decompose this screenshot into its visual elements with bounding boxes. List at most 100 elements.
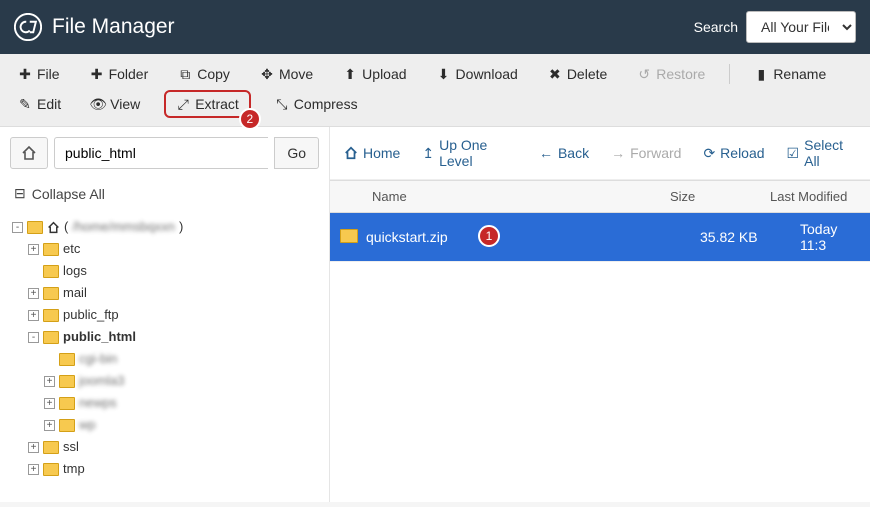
tree-item[interactable]: +ssl [28,436,317,458]
tree-item[interactable]: +joomla3 [44,370,317,392]
tree-label: mail [63,282,87,304]
home-icon [21,145,37,161]
file-table-body: quickstart.zip35.82 KBToday 11:3 1 [330,213,870,262]
move-button[interactable]: ✥Move [254,62,319,86]
compress-icon: ⤡ [275,97,289,111]
plus-icon: ✚ [18,67,32,81]
edit-button[interactable]: ✎Edit [12,92,67,116]
file-name: quickstart.zip [360,221,690,253]
cpanel-logo-icon [14,13,42,41]
tree-toggle[interactable]: + [44,376,55,387]
tree-item[interactable]: +etc [28,238,317,260]
search-label: Search [694,19,738,35]
reload-icon: ⟳ [703,145,715,162]
rename-button[interactable]: ▮Rename [748,62,832,86]
tree-toggle [44,354,55,365]
download-icon: ⬇ [437,67,451,81]
new-folder-button[interactable]: ✚Folder [84,62,155,86]
folder-icon [59,375,75,388]
col-modified-header[interactable]: Last Modified [760,181,870,212]
col-name-header[interactable]: Name [330,181,660,212]
folder-icon [27,221,43,234]
tree-label: tmp [63,458,85,480]
folder-icon [43,265,59,278]
home-icon [47,221,60,234]
folder-icon [43,309,59,322]
app-header: File Manager Search All Your Files [0,0,870,54]
delete-icon: ✖ [548,67,562,81]
folder-tree: - (/home/mmsbqxxn) +etclogs + mail + public_… [0,212,329,492]
copy-button[interactable]: ⧉Copy [172,62,236,86]
collapse-all-button[interactable]: ⊟ Collapse All [0,179,329,212]
up-one-level-button[interactable]: ↥Up One Level [422,137,517,169]
tree-item[interactable]: +wp [44,414,317,436]
toolbar-separator [729,64,730,84]
select-all-button[interactable]: ☑Select All [787,137,856,169]
tree-item[interactable]: + public_ftp [28,304,317,326]
new-file-button[interactable]: ✚File [12,62,66,86]
forward-button: →Forward [611,137,681,169]
tree-toggle[interactable]: + [28,310,39,321]
go-button[interactable]: Go [274,137,319,169]
tree-item[interactable]: +newps [44,392,317,414]
tree-label: logs [63,260,87,282]
folder-icon [43,441,59,454]
restore-button: ↺Restore [631,62,711,86]
annotation-badge-2: 2 [239,108,261,130]
extract-icon: ⤢ [176,97,190,111]
main-toolbar: ✚File ✚Folder ⧉Copy ✥Move ⬆Upload ⬇Downl… [0,54,870,127]
tree-item[interactable]: cgi-bin [44,348,317,370]
back-icon: ← [539,145,553,161]
folder-icon [43,463,59,476]
nav-home-button[interactable]: Home [344,137,400,169]
tree-toggle[interactable]: - [28,332,39,343]
path-input[interactable] [54,137,268,169]
tree-toggle[interactable]: + [44,420,55,431]
folder-icon [59,419,75,432]
copy-icon: ⧉ [178,67,192,81]
file-row[interactable]: quickstart.zip35.82 KBToday 11:3 1 [330,213,870,262]
tree-toggle [28,266,39,277]
reload-button[interactable]: ⟳Reload [703,137,764,169]
back-button[interactable]: ←Back [539,137,589,169]
tree-toggle[interactable]: + [44,398,55,409]
extract-button[interactable]: ⤢Extract 2 [164,90,251,118]
tree-item[interactable]: + mail [28,282,317,304]
upload-button[interactable]: ⬆Upload [337,62,412,86]
tree-item[interactable]: logs [28,260,317,282]
tree-toggle[interactable]: + [28,442,39,453]
tree-label: public_html [63,326,136,348]
download-button[interactable]: ⬇Download [431,62,524,86]
search-scope-select[interactable]: All Your Files [746,11,856,43]
folder-icon [59,353,75,366]
delete-button[interactable]: ✖Delete [542,62,613,86]
app-title: File Manager [52,15,694,39]
tree-toggle[interactable]: + [28,288,39,299]
file-modified: Today 11:3 [790,213,870,261]
tree-label: cgi-bin [79,348,117,370]
view-button[interactable]: 👁View [85,92,146,116]
main-area: Go ⊟ Collapse All - (/home/mmsbqxxn) +et… [0,127,870,502]
eye-icon: 👁 [91,97,105,111]
tree-toggle[interactable]: + [28,244,39,255]
home-icon [344,146,358,160]
file-table-header: Name Size Last Modified [330,180,870,213]
upload-icon: ⬆ [343,67,357,81]
col-size-header[interactable]: Size [660,181,760,212]
zip-icon [340,229,358,243]
file-size: 35.82 KB [690,221,790,253]
compress-button[interactable]: ⤡Compress [269,92,364,116]
up-icon: ↥ [422,145,434,162]
path-home-button[interactable] [10,137,48,169]
folder-icon [43,287,59,300]
tree-label: public_ftp [63,304,119,326]
folder-icon [59,397,75,410]
tree-item[interactable]: - public_html [28,326,317,348]
file-pane: Home ↥Up One Level ←Back →Forward ⟳Reloa… [330,127,870,502]
annotation-badge-1: 1 [478,225,500,247]
tree-item[interactable]: + tmp [28,458,317,480]
tree-toggle[interactable]: - [12,222,23,233]
tree-root[interactable]: - (/home/mmsbqxxn) [12,216,317,238]
tree-toggle[interactable]: + [28,464,39,475]
folder-icon [43,243,59,256]
